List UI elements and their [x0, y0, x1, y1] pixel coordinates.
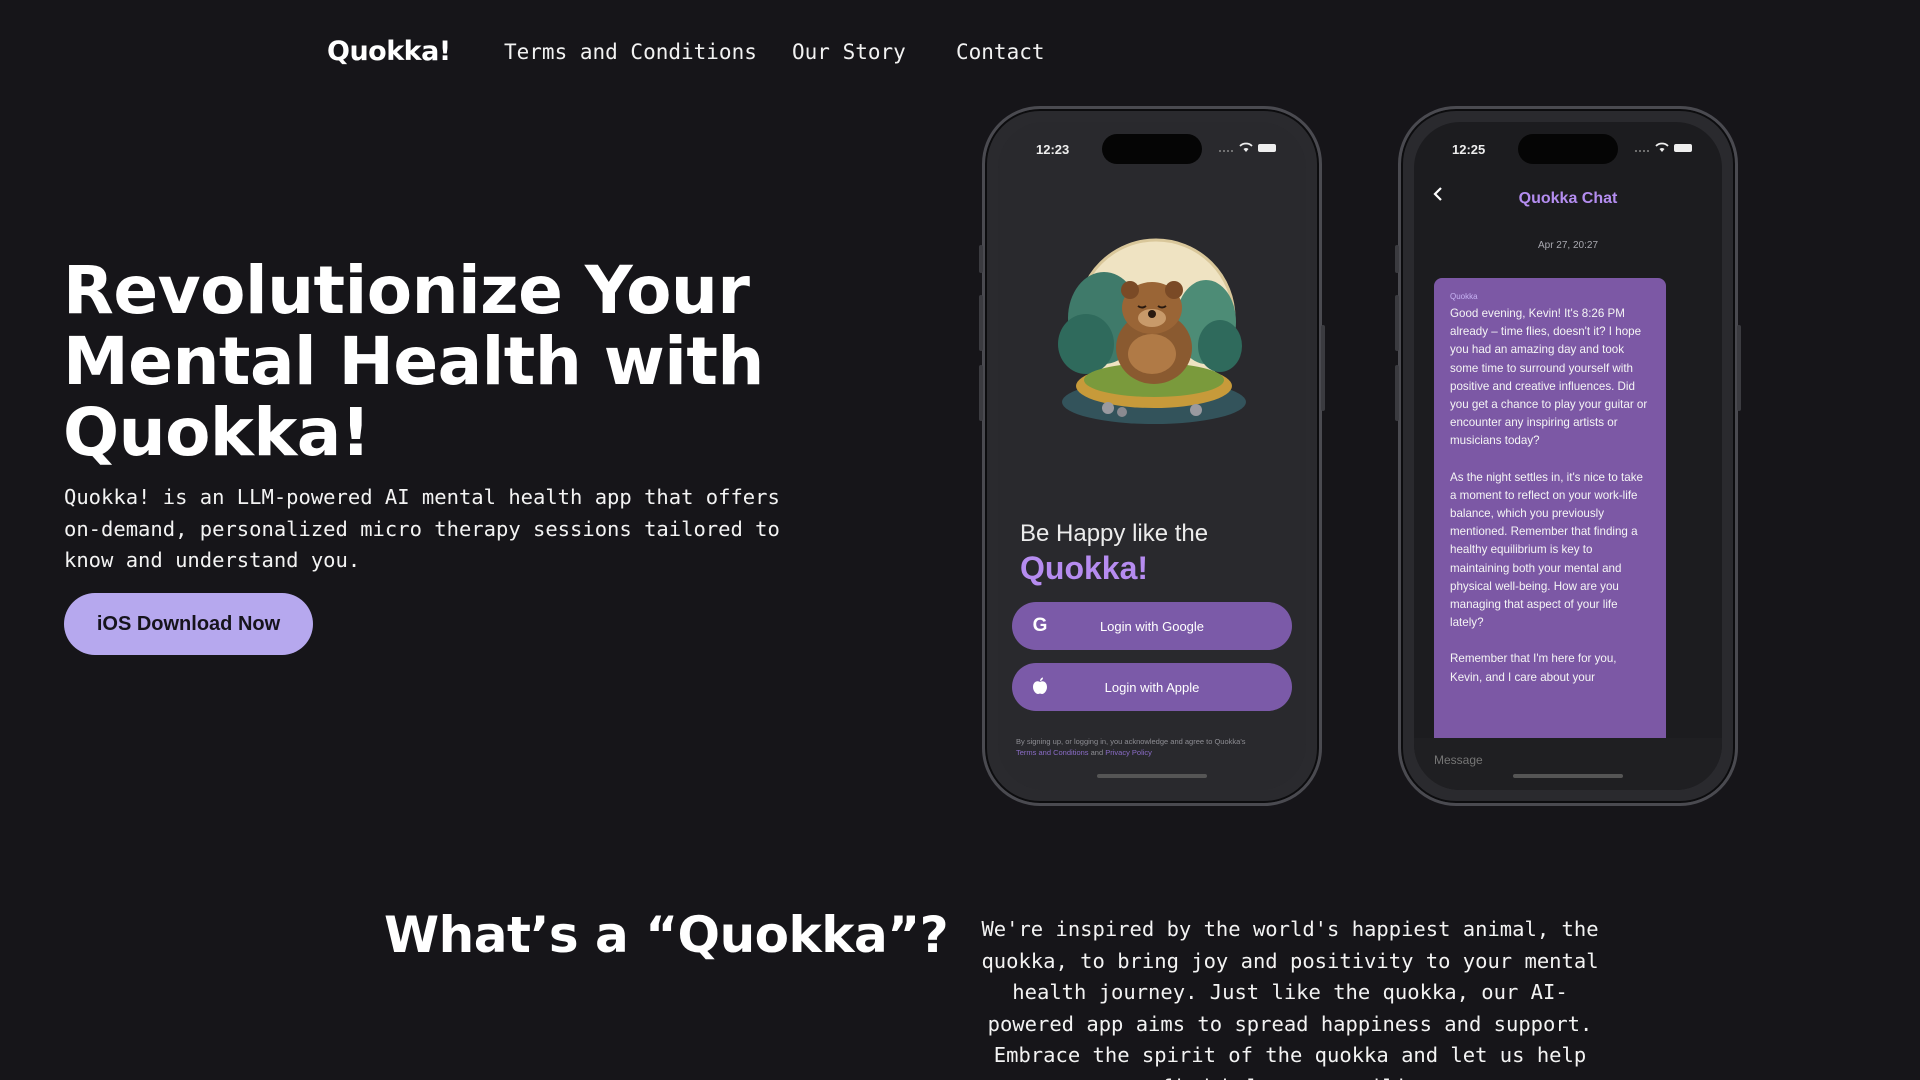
signal-dots-icon	[1219, 149, 1233, 152]
status-time: 12:25	[1452, 142, 1486, 157]
status-icons	[1218, 142, 1276, 153]
status-time: 12:23	[1036, 142, 1070, 157]
home-indicator	[1513, 774, 1623, 778]
home-indicator	[1097, 774, 1207, 778]
legal-privacy-link[interactable]: Privacy Policy	[1105, 748, 1152, 757]
nav-link-terms[interactable]: Terms and Conditions	[504, 40, 757, 64]
login-google-label: Login with Google	[1099, 618, 1205, 634]
message-paragraph: Good evening, Kevin! It's 8:26 PM alread…	[1450, 307, 1648, 448]
phone-mockup-chat: 12:25 Quokka Chat Apr 27, 20:27 Quokka G…	[1395, 106, 1741, 806]
chat-message-bubble: Quokka Good evening, Kevin! It's 8:26 PM…	[1434, 278, 1666, 738]
chat-date: Apr 27, 20:27	[1537, 240, 1599, 251]
legal-notice: By signing up, or logging in, you acknow…	[1016, 736, 1296, 758]
chat-title: Quokka Chat	[1518, 190, 1618, 207]
nav-link-contact[interactable]: Contact	[956, 40, 1045, 64]
status-icons	[1634, 142, 1692, 153]
nav-link-our-story[interactable]: Our Story	[792, 40, 906, 64]
message-sender: Quokka	[1450, 292, 1478, 301]
message-paragraph: As the night settles in, it's nice to ta…	[1450, 470, 1643, 630]
quokka-illustration	[1058, 238, 1246, 424]
phone-side-button	[979, 245, 983, 273]
login-apple-label: Login with Apple	[1104, 679, 1200, 695]
phone-side-button	[979, 365, 983, 421]
hero-description: Quokka! is an LLM-powered AI mental heal…	[64, 485, 780, 572]
ios-download-button[interactable]: iOS Download Now	[64, 593, 313, 655]
phone-screen: 12:25 Quokka Chat Apr 27, 20:27 Quokka G…	[1414, 122, 1722, 790]
login-tagline: Be Happy like the	[1020, 520, 1209, 547]
phone-side-button	[1737, 325, 1741, 411]
about-title: What’s a “Quokka”?	[384, 906, 949, 964]
phone-side-button	[1321, 325, 1325, 411]
legal-and-text: and	[1090, 748, 1104, 757]
message-input[interactable]	[1434, 753, 1694, 767]
dynamic-island	[1102, 134, 1202, 164]
phone-mockup-login: 12:23 Be Happy like the Quokka! G Login …	[979, 106, 1325, 806]
legal-text: By signing up, or logging in, you acknow…	[1016, 737, 1246, 746]
phone-side-button	[979, 295, 983, 351]
wifi-icon	[1655, 142, 1669, 152]
message-paragraph: Remember that I'm here for you, Kevin, a…	[1450, 652, 1617, 684]
message-composer	[1414, 738, 1722, 790]
signal-dots-icon	[1635, 149, 1649, 152]
top-nav: Quokka! Terms and Conditions Our Story C…	[0, 0, 1920, 104]
battery-icon	[1674, 143, 1692, 152]
hero-title: Revolutionize Your Mental Health with Qu…	[63, 252, 764, 471]
login-brand-name: Quokka!	[1020, 550, 1149, 586]
login-with-google-button[interactable]: G Login with Google	[1012, 602, 1292, 650]
legal-terms-link[interactable]: Terms and Conditions	[1016, 748, 1089, 757]
phone-side-button	[1395, 245, 1399, 273]
wifi-icon	[1239, 142, 1253, 152]
phone-side-button	[1395, 295, 1399, 351]
battery-icon	[1258, 143, 1276, 152]
login-with-apple-button[interactable]: Login with Apple	[1012, 663, 1292, 711]
phone-side-button	[1395, 365, 1399, 421]
message-text: Good evening, Kevin! It's 8:26 PM alread…	[1450, 305, 1651, 687]
google-icon: G	[1032, 615, 1048, 636]
phone-screen: 12:23 Be Happy like the Quokka! G Login …	[998, 122, 1306, 790]
brand-logo[interactable]: Quokka!	[327, 36, 451, 67]
about-text: We're inspired by the world's happiest a…	[981, 917, 1599, 1080]
dynamic-island	[1518, 134, 1618, 164]
apple-icon	[1030, 677, 1050, 697]
